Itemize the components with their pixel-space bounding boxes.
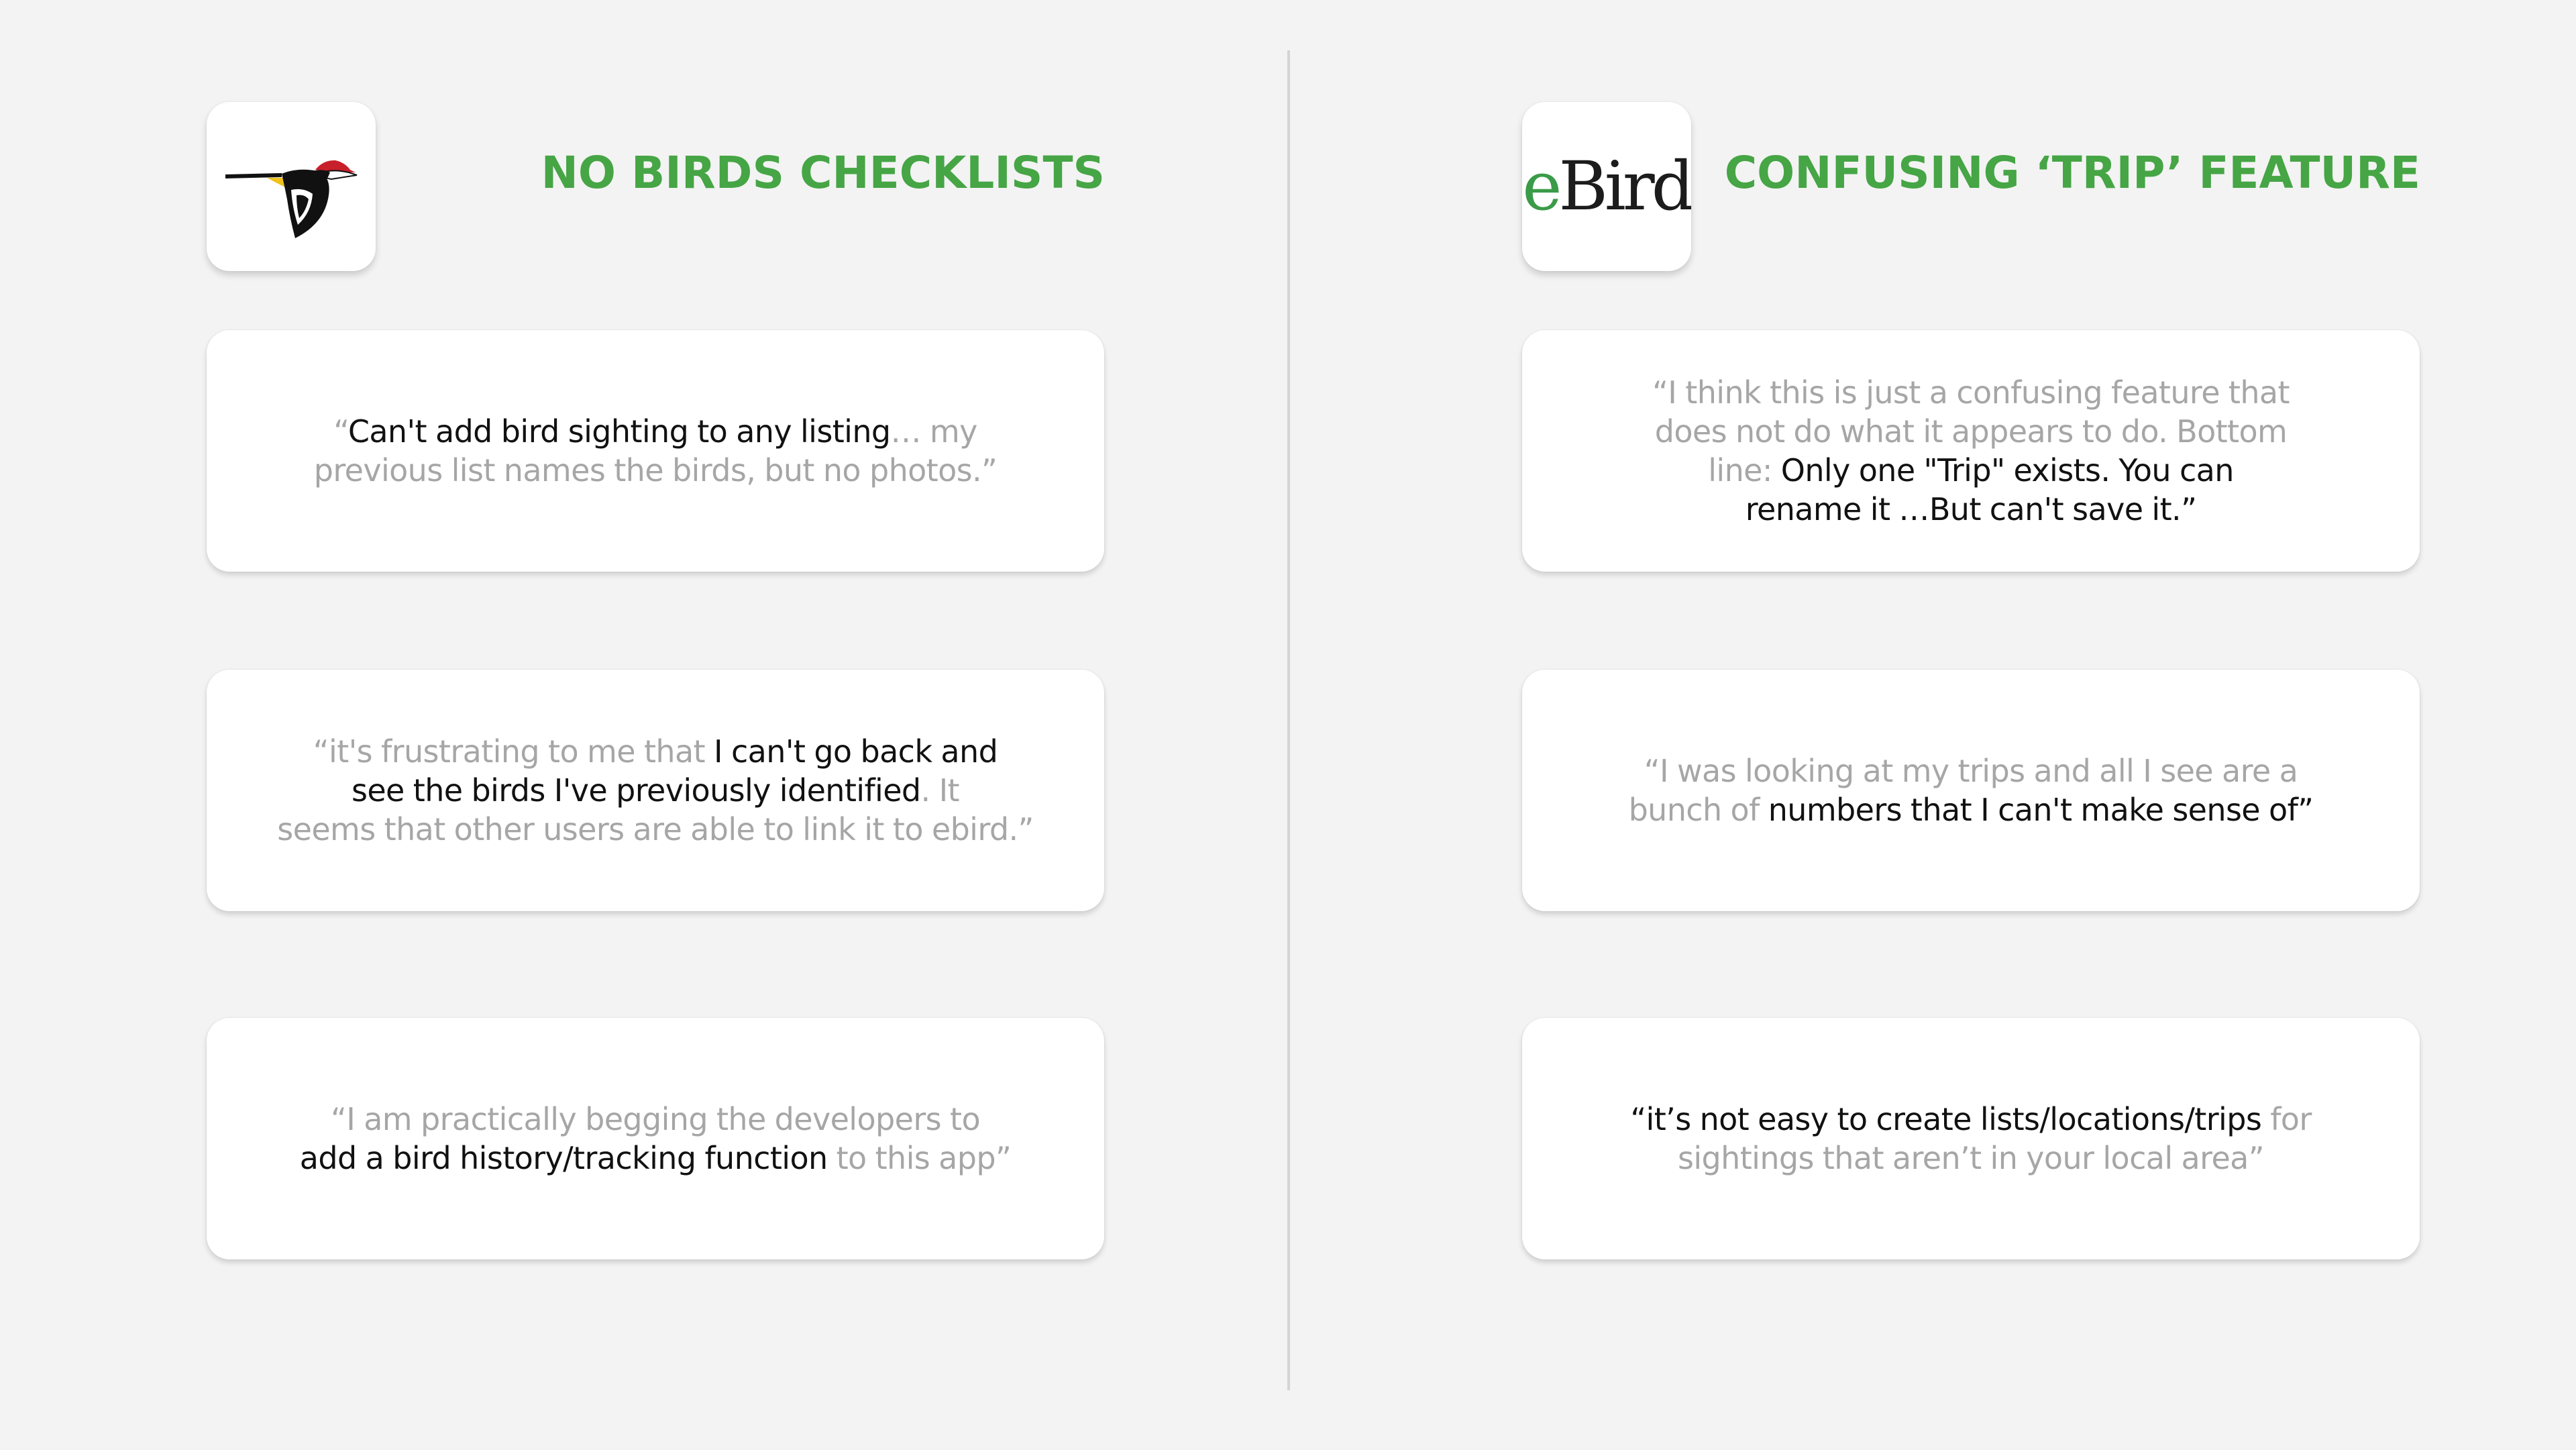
quote-text: “it’s not easy to create lists/locations…: [1630, 1100, 2312, 1178]
quote-highlight: “it’s not easy to create lists/locations…: [1630, 1101, 2262, 1137]
quote-highlight: Only one "Trip" exists. You can: [1780, 452, 2235, 488]
quote-card-right-2: “I was looking at my trips and all I see…: [1522, 670, 2420, 911]
section-title-no-birds-checklists: NO BIRDS CHECKLISTS: [541, 147, 1105, 199]
quote-card-right-1: “I think this is just a confusing featur…: [1522, 330, 2420, 572]
quote-text: “it's frustrating to me that I can't go …: [277, 732, 1034, 849]
quote-segment: to this app”: [827, 1140, 1012, 1176]
quote-card-left-1: “Can't add bird sighting to any listing……: [207, 330, 1104, 572]
quote-segment: for: [2261, 1101, 2312, 1137]
quote-highlight: add a bird history/tracking function: [299, 1140, 828, 1176]
quote-segment: sightings that aren’t in your local area…: [1678, 1140, 2265, 1176]
quote-segment: “: [333, 413, 348, 450]
quote-segment: “I was looking at my trips and all I see…: [1644, 753, 2298, 789]
ebird-icon: eBird: [1522, 102, 1691, 271]
quote-segment: bunch of: [1628, 792, 1768, 828]
quote-text: “I am practically begging the developers…: [299, 1100, 1012, 1178]
quote-segment: “I am practically begging the developers…: [330, 1101, 981, 1137]
quote-segment: “it's frustrating to me that: [313, 733, 714, 770]
quote-card-right-3: “it’s not easy to create lists/locations…: [1522, 1018, 2420, 1259]
quote-segment: does not do what it appears to do. Botto…: [1654, 413, 2288, 450]
column-divider: [1287, 50, 1290, 1390]
quote-segment: previous list names the birds, but no ph…: [313, 452, 998, 488]
quote-card-left-2: “it's frustrating to me that I can't go …: [207, 670, 1104, 911]
merlin-bird-id-icon: [207, 102, 376, 271]
quote-text: “Can't add bird sighting to any listing……: [314, 412, 998, 490]
ebird-wordmark: eBird: [1522, 153, 1691, 220]
quote-highlight: see the birds I've previously identified: [351, 772, 921, 809]
quote-highlight: numbers that I can't make sense of”: [1768, 792, 2314, 828]
quote-text: “I think this is just a confusing featur…: [1652, 373, 2290, 529]
quote-segment: “I think this is just a confusing featur…: [1652, 374, 2290, 411]
ebird-wordmark-e: e: [1522, 147, 1562, 225]
quote-card-left-3: “I am practically begging the developers…: [207, 1018, 1104, 1259]
quote-segment: … my: [890, 413, 978, 450]
quote-segment: . It: [920, 772, 960, 809]
quote-highlight: Can't add bird sighting to any listing: [347, 413, 891, 450]
ebird-wordmark-bird: Bird: [1558, 147, 1691, 225]
section-title-confusing-trip-feature: CONFUSING ‘TRIP’ FEATURE: [1724, 147, 2420, 199]
quote-segment: seems that other users are able to link …: [277, 811, 1034, 847]
quote-text: “I was looking at my trips and all I see…: [1629, 752, 2314, 829]
quote-highlight: I can't go back and: [714, 733, 998, 770]
quote-segment: line:: [1708, 452, 1781, 488]
merlin-bird-logo-icon: [225, 160, 358, 238]
quote-highlight: rename it …But can't save it.”: [1745, 491, 2197, 527]
